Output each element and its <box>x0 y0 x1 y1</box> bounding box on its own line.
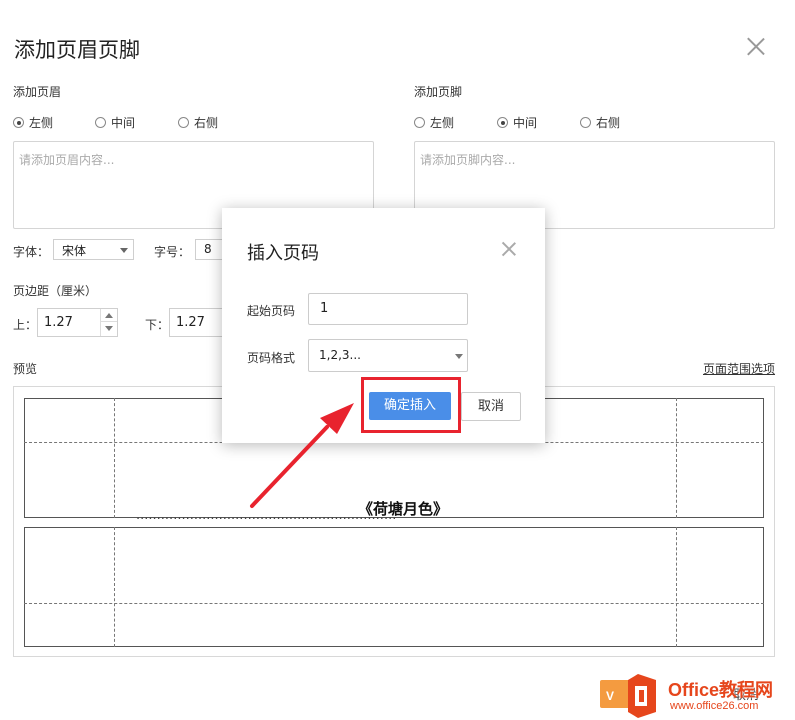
radio-dot <box>13 117 24 128</box>
margin-top-input[interactable]: 1.27 <box>37 308 118 337</box>
margin-bottom-input[interactable]: 1.27 <box>169 308 225 337</box>
page-format-value: 1,2,3... <box>319 348 361 362</box>
font-select-value: 宋体 <box>62 244 87 258</box>
header-guide-right <box>676 398 677 518</box>
stepper-up-icon[interactable] <box>101 309 117 322</box>
margin-bottom-value: 1.27 <box>176 315 205 330</box>
footer-radio-center[interactable]: 中间 <box>497 114 537 131</box>
page-format-select[interactable]: 1,2,3... <box>308 339 468 372</box>
footer-radio-right[interactable]: 右侧 <box>580 114 620 131</box>
radio-dot <box>497 117 508 128</box>
svg-text:V: V <box>606 689 614 703</box>
radio-dot <box>414 117 425 128</box>
footer-radio-left[interactable]: 左侧 <box>414 114 454 131</box>
page-range-link[interactable]: 页面范围选项 <box>703 360 775 377</box>
footer-section-label: 添加页脚 <box>414 85 463 99</box>
watermark-brand: Office教程网 <box>668 680 774 700</box>
margin-top-value: 1.27 <box>44 315 73 330</box>
font-size-value: 8 <box>204 242 212 256</box>
margin-bottom-label: 下： <box>145 318 170 332</box>
margin-top-label: 上： <box>13 318 38 332</box>
page-format-label: 页码格式 <box>247 351 296 365</box>
modal-cancel-button[interactable]: 取消 <box>461 392 521 421</box>
modal-title: 插入页码 <box>247 243 319 264</box>
watermark-url: www.office26.com <box>670 700 759 712</box>
header-radio-center[interactable]: 中间 <box>95 114 135 131</box>
modal-close-icon[interactable] <box>500 240 518 258</box>
preview-body-text-content: ........................................… <box>136 516 466 523</box>
radio-label: 中间 <box>111 116 136 130</box>
preview-label: 预览 <box>13 362 38 376</box>
radio-label: 右侧 <box>194 116 219 130</box>
insert-page-number-dialog: 插入页码 起始页码 1 页码格式 1,2,3... 确定插入 取消 <box>222 208 545 443</box>
footer-guide-right <box>676 527 677 647</box>
header-guide-left <box>114 398 115 518</box>
header-radio-right[interactable]: 右侧 <box>178 114 218 131</box>
margin-top-stepper[interactable] <box>100 309 117 336</box>
header-radio-left[interactable]: 左侧 <box>13 114 53 131</box>
radio-label: 左侧 <box>29 116 54 130</box>
margin-label: 页边距（厘米） <box>13 284 98 298</box>
stepper-down-icon[interactable] <box>101 322 117 335</box>
radio-dot <box>178 117 189 128</box>
font-size-label: 字号： <box>154 245 191 259</box>
radio-label: 右侧 <box>596 116 621 130</box>
font-select[interactable]: 宋体 <box>53 239 134 260</box>
radio-label: 中间 <box>513 116 538 130</box>
radio-dot <box>580 117 591 128</box>
office26-watermark: V Office教程网 www.office26.com <box>598 672 795 720</box>
radio-label: 左侧 <box>430 116 455 130</box>
dialog-title: 添加页眉页脚 <box>14 38 140 62</box>
footer-guide-left <box>114 527 115 647</box>
preview-body-text: ........................................… <box>136 516 466 524</box>
close-icon[interactable] <box>744 34 768 58</box>
chevron-down-icon <box>455 354 463 359</box>
footer-guide-line <box>24 603 764 604</box>
font-label: 字体： <box>13 245 50 259</box>
start-page-label: 起始页码 <box>247 304 296 318</box>
radio-dot <box>95 117 106 128</box>
header-section-label: 添加页眉 <box>13 85 62 99</box>
confirm-insert-button[interactable]: 确定插入 <box>369 392 451 420</box>
chevron-down-icon <box>120 248 128 253</box>
preview-footer-frame <box>24 527 764 647</box>
font-size-select[interactable]: 8 <box>195 239 225 260</box>
start-page-input[interactable]: 1 <box>308 293 468 325</box>
